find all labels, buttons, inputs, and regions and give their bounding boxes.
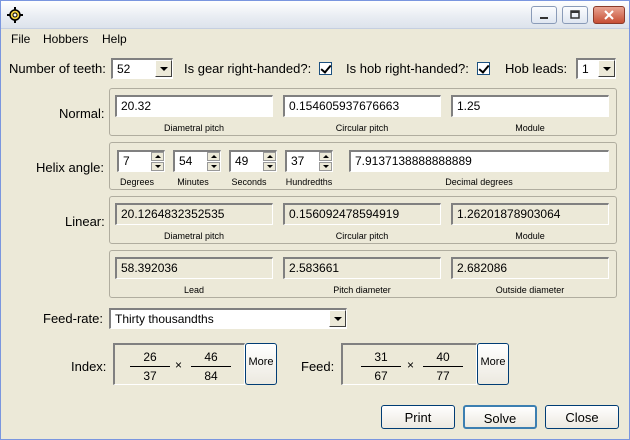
degrees-caption: Degrees <box>119 177 155 187</box>
close-window-button[interactable] <box>593 6 625 24</box>
feed-rate-label: Feed-rate: <box>43 311 103 326</box>
seconds-up-icon[interactable] <box>263 152 276 161</box>
index-f2-numerator: 46 <box>204 350 218 364</box>
helix-angle-label: Helix angle: <box>36 160 104 175</box>
app-gear-icon <box>7 7 23 23</box>
degrees-down-icon[interactable] <box>151 162 164 171</box>
linear-circular-pitch-field: 0.156092478594919 <box>283 203 441 225</box>
pitch-diameter-caption: Pitch diameter <box>333 285 391 295</box>
feed-f2-denominator: 77 <box>436 369 450 383</box>
main-window: File Hobbers Help Number of teeth: 52 Is… <box>0 0 630 440</box>
minimize-icon <box>540 17 548 19</box>
index-fraction-2: 46 84 <box>191 350 231 383</box>
feed-f1-numerator: 31 <box>374 350 388 364</box>
linear-cp-caption: Circular pitch <box>335 231 389 241</box>
linear-mod-caption: Module <box>515 231 545 241</box>
menu-help[interactable]: Help <box>102 32 127 46</box>
feed-f2-numerator: 40 <box>436 350 450 364</box>
feed-rate-value: Thirty thousandths <box>115 312 214 326</box>
gear-rh-checkbox[interactable] <box>319 62 332 75</box>
maximize-icon <box>570 10 580 19</box>
helix-seconds-value: 49 <box>235 154 249 168</box>
hob-leads-combo[interactable]: 1 <box>576 58 616 79</box>
hob-leads-value: 1 <box>582 62 589 76</box>
index-fraction-1: 26 37 <box>130 350 170 383</box>
hob-leads-label: Hob leads: <box>505 61 568 76</box>
normal-mod-caption: Module <box>515 123 545 133</box>
helix-degrees-value: 7 <box>123 154 130 168</box>
helix-degrees-spinner[interactable]: 7 <box>117 150 165 172</box>
feed-f1-denominator: 67 <box>374 369 388 383</box>
hob-leads-dropdown-arrow-icon[interactable] <box>598 60 615 77</box>
outside-diameter-caption: Outside diameter <box>495 285 565 295</box>
hundredths-caption: Hundredths <box>285 177 333 187</box>
teeth-dropdown-arrow-icon[interactable] <box>155 60 172 77</box>
index-f1-denominator: 37 <box>143 369 157 383</box>
linear-dp-caption: Diametral pitch <box>163 231 225 241</box>
hundredths-down-icon[interactable] <box>319 162 332 171</box>
index-f2-denominator: 84 <box>204 369 218 383</box>
close-button[interactable]: Close <box>545 405 619 429</box>
feed-times-sign: × <box>407 358 415 372</box>
normal-circular-pitch-field[interactable]: 0.154605937676663 <box>283 95 441 117</box>
linear-diametral-pitch-field: 20.1264832352535 <box>115 203 273 225</box>
helix-hundredths-spinner[interactable]: 37 <box>285 150 333 172</box>
teeth-value: 52 <box>117 62 131 76</box>
degrees-up-icon[interactable] <box>151 152 164 161</box>
solve-button[interactable]: Solve <box>463 405 537 429</box>
lead-caption: Lead <box>183 285 205 295</box>
maximize-button[interactable] <box>562 6 588 24</box>
teeth-label: Number of teeth: <box>9 61 106 76</box>
helix-hundredths-value: 37 <box>291 154 305 168</box>
feed-more-button[interactable]: More <box>477 343 509 385</box>
teeth-combo[interactable]: 52 <box>111 58 173 79</box>
outside-diameter-field: 2.682086 <box>451 257 609 279</box>
feed-rate-combo[interactable]: Thirty thousandths <box>109 308 347 329</box>
normal-diametral-pitch-field[interactable]: 20.32 <box>115 95 273 117</box>
gear-rh-label: Is gear right-handed?: <box>184 61 312 76</box>
index-label: Index: <box>71 359 107 374</box>
menu-bar: File Hobbers Help <box>1 29 629 49</box>
index-f1-numerator: 26 <box>143 350 157 364</box>
hob-rh-label: Is hob right-handed?: <box>346 61 469 76</box>
feed-fraction-1: 31 67 <box>361 350 401 383</box>
feed-rate-dropdown-arrow-icon[interactable] <box>329 310 346 327</box>
linear-label: Linear: <box>65 214 105 229</box>
pitch-diameter-field: 2.583661 <box>283 257 441 279</box>
feed-fraction-box: 31 67 × 40 77 <box>341 343 477 385</box>
menu-hobbers[interactable]: Hobbers <box>43 32 88 46</box>
title-bar <box>1 1 629 29</box>
minimize-button[interactable] <box>531 6 557 24</box>
minutes-down-icon[interactable] <box>207 162 220 171</box>
lead-field: 58.392036 <box>115 257 273 279</box>
minutes-caption: Minutes <box>177 177 209 187</box>
linear-module-field: 1.26201878903064 <box>451 203 609 225</box>
normal-dp-caption: Diametral pitch <box>163 123 225 133</box>
helix-seconds-spinner[interactable]: 49 <box>229 150 277 172</box>
feed-label: Feed: <box>301 359 335 374</box>
decimal-caption: Decimal degrees <box>445 177 513 187</box>
helix-decimal-field[interactable]: 7.9137138888888889 <box>349 150 609 172</box>
seconds-caption: Seconds <box>231 177 267 187</box>
close-icon <box>604 10 614 20</box>
normal-module-field[interactable]: 1.25 <box>451 95 609 117</box>
feed-fraction-2: 40 77 <box>423 350 463 383</box>
print-button[interactable]: Print <box>381 405 455 429</box>
helix-minutes-spinner[interactable]: 54 <box>173 150 221 172</box>
hundredths-up-icon[interactable] <box>319 152 332 161</box>
menu-file[interactable]: File <box>11 32 30 46</box>
seconds-down-icon[interactable] <box>263 162 276 171</box>
hob-rh-checkbox[interactable] <box>477 62 490 75</box>
index-fraction-box: 26 37 × 46 84 <box>113 343 245 385</box>
minutes-up-icon[interactable] <box>207 152 220 161</box>
normal-label: Normal: <box>59 106 105 121</box>
normal-cp-caption: Circular pitch <box>335 123 389 133</box>
index-times-sign: × <box>175 358 183 372</box>
form-content: Number of teeth: 52 Is gear right-handed… <box>1 49 629 439</box>
index-more-button[interactable]: More <box>245 343 277 385</box>
helix-minutes-value: 54 <box>179 154 193 168</box>
